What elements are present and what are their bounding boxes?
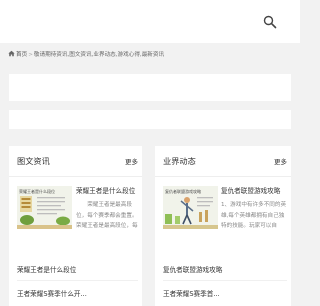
panel-title: 业界动态: [163, 156, 196, 166]
article-title[interactable]: 荣耀王者是什么段位: [76, 185, 135, 195]
article-summary: 荣耀王者是最高段位，每个赛季都会重置。荣耀王者是最高段位，每个赛季都: [76, 202, 138, 229]
news-panel-left: 图文资讯 更多 荣耀王者是什么段位 荣耀王者是什么段位 荣耀王者是最高段位，每个…: [9, 146, 142, 306]
breadcrumb-separator: >: [28, 52, 33, 58]
panel-header: 业界动态 更多: [155, 146, 291, 177]
more-link[interactable]: 更多: [274, 156, 287, 166]
article-thumbnail[interactable]: 荣耀王者是什么段位: [17, 186, 72, 229]
news-panel-right: 业界动态 更多 复仇者联盟游戏攻略 复仇者联盟游戏攻略 1、游戏中有许多不同的英…: [155, 146, 291, 306]
home-icon: [8, 50, 15, 57]
divider: [163, 280, 287, 281]
panel-title: 图文资讯: [17, 156, 50, 166]
divider: [17, 280, 138, 281]
list-item[interactable]: 王者荣耀S赛季什么开...: [17, 288, 87, 298]
illustration-icon: [17, 196, 72, 229]
content-band: [9, 74, 291, 101]
article-title[interactable]: 复仇者联盟游戏攻略: [221, 185, 280, 195]
breadcrumb: 首页>敬请期待资讯,图文资讯,业界动态,游戏心得,最新资讯: [8, 49, 293, 61]
breadcrumb-home[interactable]: 首页: [16, 52, 27, 58]
list-item[interactable]: 王者荣耀S赛季首...: [163, 288, 220, 298]
panel-header: 图文资讯 更多: [9, 146, 142, 177]
list-item[interactable]: 荣耀王者是什么段位: [17, 264, 76, 274]
search-button[interactable]: [263, 14, 277, 29]
list-item[interactable]: 复仇者联盟游戏攻略: [163, 264, 222, 274]
top-bar: [0, 0, 300, 43]
breadcrumb-item[interactable]: 敬请期待资讯,图文资讯,业界动态,游戏心得,最新资讯: [34, 52, 164, 58]
illustration-icon: [163, 197, 218, 229]
article-summary: 1、游戏中有许多不同的英雄,每个英雄都拥有自己独特的技能。玩家可以自: [221, 202, 287, 229]
more-link[interactable]: 更多: [125, 156, 138, 166]
article-thumbnail[interactable]: 复仇者联盟游戏攻略: [163, 186, 218, 229]
search-icon: [263, 15, 277, 29]
content-band: [9, 110, 291, 129]
